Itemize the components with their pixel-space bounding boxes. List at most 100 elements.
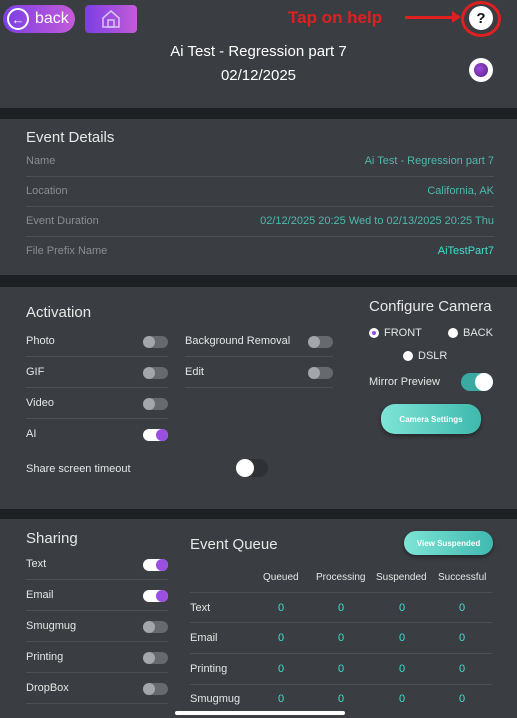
activation-label: Edit [185,366,204,378]
queue-column-header: Processing [316,572,366,583]
detail-value: AiTestPart7 [437,245,494,257]
sharing-row-dropbox: DropBox [26,673,168,704]
queue-row-label: Smugmug [190,693,241,705]
activation-row-photo: Photo [26,326,168,357]
mirror-preview-row: Mirror Preview [369,367,493,398]
sharing-label: Email [26,589,54,601]
photo-toggle[interactable] [143,336,168,348]
ai-toggle[interactable] [143,429,168,441]
mirror-preview-toggle[interactable] [461,373,493,391]
queue-value: 0 [398,632,406,644]
detail-label: File Prefix Name [26,245,108,257]
gif-toggle[interactable] [143,367,168,379]
camera-settings-button[interactable]: Camera Settings [381,404,481,434]
home-button[interactable] [85,5,137,33]
view-suspended-button[interactable]: View Suspended [404,531,493,555]
queue-value: 0 [458,632,466,644]
detail-label: Event Duration [26,215,99,227]
header: ← back Tap on help ? Ai Test - Regressio… [0,0,517,108]
event-date: 02/12/2025 [220,67,297,84]
queue-column-header: Successful [438,572,487,583]
help-annotation-text: Tap on help [288,8,383,27]
queue-row-printing: Printing 0 0 0 0 [190,654,492,685]
printing-sharing-toggle[interactable] [143,652,168,664]
queue-row-label: Printing [190,663,228,675]
smugmug-sharing-toggle[interactable] [143,621,168,633]
camera-back-radio[interactable]: BACK [448,327,493,339]
sharing-heading: Sharing [26,530,78,547]
radio-selected-icon [369,328,379,338]
queue-row-label: Text [190,602,211,614]
home-indicator [175,711,345,715]
sharing-label: Text [26,558,47,570]
queue-column-header: Queued [263,572,299,583]
camera-dslr-radio[interactable]: DSLR [403,350,447,362]
sharing-row-smugmug: Smugmug [26,611,168,642]
queue-value: 0 [277,663,285,675]
queue-value: 0 [398,602,406,614]
event-queue-heading: Event Queue [190,536,278,553]
queue-value: 0 [337,663,345,675]
background-removal-toggle[interactable] [308,336,333,348]
dropbox-sharing-toggle[interactable] [143,683,168,695]
arrow-left-icon: ← [7,8,29,30]
activation-panel: Activation Photo GIF Video AI Background… [0,287,517,509]
activation-row-gif: GIF [26,357,168,388]
detail-row-name: Name Ai Test - Regression part 7 [26,147,494,177]
sharing-row-email: Email [26,580,168,611]
share-timeout-toggle[interactable] [236,459,268,477]
sharing-label: Smugmug [26,620,77,632]
camera-option-label: DSLR [418,350,448,362]
queue-value: 0 [277,693,285,705]
queue-value: 0 [458,663,466,675]
activation-row-edit: Edit [185,357,333,388]
queue-value: 0 [337,602,345,614]
mirror-preview-label: Mirror Preview [369,376,440,388]
queue-value: 0 [337,693,345,705]
event-details-heading: Event Details [26,129,115,146]
video-toggle[interactable] [143,398,168,410]
home-icon [102,10,120,28]
activation-row-video: Video [26,388,168,419]
queue-value: 0 [337,632,345,644]
queue-value: 0 [458,602,466,614]
sharing-label: DropBox [26,682,69,694]
sharing-row-text: Text [26,549,168,580]
detail-label: Name [26,155,56,167]
edit-toggle[interactable] [308,367,333,379]
detail-row-duration: Event Duration 02/12/2025 20:25 Wed to 0… [26,207,494,237]
camera-option-label: FRONT [384,327,422,339]
email-sharing-toggle[interactable] [143,590,168,602]
activation-label: Background Removal [185,335,291,347]
share-timeout-label: Share screen timeout [26,463,131,475]
queue-value: 0 [277,632,285,644]
help-button[interactable]: ? [469,6,493,30]
radio-unselected-icon [403,351,413,361]
queue-row-email: Email 0 0 0 0 [190,623,492,654]
detail-label: Location [26,185,68,197]
avatar[interactable] [469,58,493,82]
camera-front-radio[interactable]: FRONT [369,327,422,339]
activation-row-ai: AI [26,419,168,450]
activation-label: Video [26,397,54,409]
queue-column-header: Suspended [376,572,427,583]
back-button[interactable]: ← back [3,5,75,33]
activation-heading: Activation [26,304,92,321]
queue-value: 0 [458,693,466,705]
radio-unselected-icon [448,328,458,338]
detail-value: California, AK [427,185,494,197]
detail-value: 02/12/2025 20:25 Wed to 02/13/2025 20:25… [260,215,494,227]
sharing-label: Printing [26,651,64,663]
annotation-arrow [405,11,461,23]
detail-value: Ai Test - Regression part 7 [364,155,494,167]
activation-row-background-removal: Background Removal [185,326,333,357]
configure-camera-heading: Configure Camera [369,298,492,315]
activation-label: AI [26,428,37,440]
detail-row-location: Location California, AK [26,177,494,207]
text-sharing-toggle[interactable] [143,559,168,571]
queue-row-text: Text 0 0 0 0 [190,592,492,623]
queue-row-label: Email [190,632,218,644]
detail-row-file-prefix: File Prefix Name AiTestPart7 [26,237,494,267]
activation-label: GIF [26,366,45,378]
camera-option-label: BACK [463,327,493,339]
